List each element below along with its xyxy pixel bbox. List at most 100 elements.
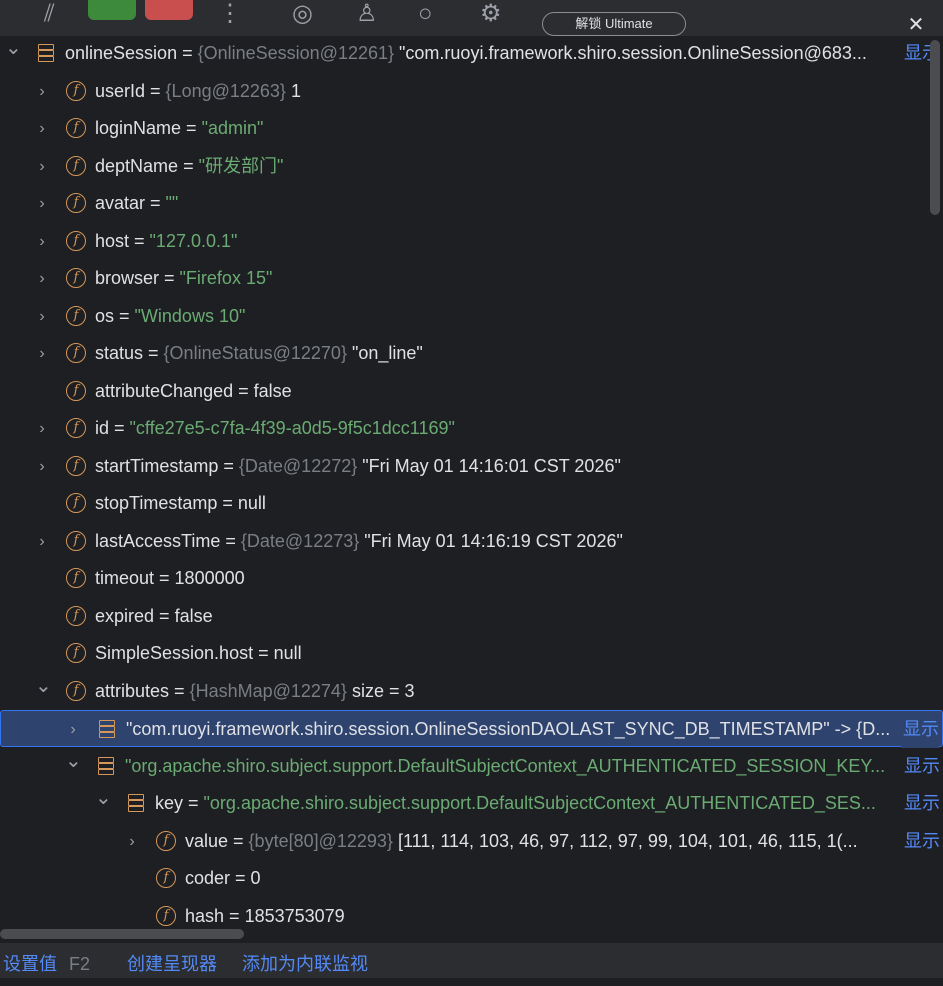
chevron-right-icon[interactable]: › [125, 823, 139, 860]
variable-value: "Windows 10" [134, 305, 246, 326]
chevron-right-icon[interactable]: › [35, 523, 49, 560]
variable-name: coder [185, 868, 231, 888]
variables-tree: ⌄ onlineSession = {OnlineSession@12261} "… [0, 36, 943, 943]
step-icon[interactable]: ⫽ [44, 2, 55, 26]
tree-row[interactable]: › f loginName = "admin" [0, 110, 943, 147]
variable-value: "" [165, 193, 179, 213]
add-inline-watch-link[interactable]: 添加为内联监视 [242, 943, 368, 986]
tree-row[interactable]: f SimpleSession.host = null [0, 635, 943, 672]
tree-row-text: onlineSession = {OnlineSession@12261} "c… [65, 36, 903, 72]
search-icon[interactable]: ○ [418, 2, 433, 26]
tree-row[interactable]: ⌄ onlineSession = {OnlineSession@12261} "… [0, 36, 943, 72]
show-link[interactable]: 显示 [901, 711, 939, 748]
variable-value: "com.ruoyi.framework.shiro.session.Onlin… [399, 43, 867, 63]
variable-name: value [185, 830, 229, 851]
variable-name: "com.ruoyi.framework.shiro.session.Onlin… [126, 719, 891, 739]
field-icon: f [66, 530, 86, 551]
chevron-right-icon[interactable]: › [35, 448, 49, 485]
tree-row[interactable]: › f browser = "Firefox 15" [0, 260, 943, 297]
tree-row[interactable]: ⌄ "org.apache.shiro.subject.support.Defau… [0, 747, 943, 785]
create-renderer-link[interactable]: 创建呈现器 [127, 943, 217, 986]
ultimate-pill[interactable]: 解锁 Ultimate [542, 12, 686, 36]
tree-row[interactable]: › f startTimestamp = {Date@12272} "Fri May… [0, 448, 943, 485]
chevron-right-icon[interactable]: › [35, 73, 49, 110]
show-link[interactable]: 显示 [902, 822, 940, 860]
equals-sign: = [177, 43, 198, 63]
tree-row[interactable]: f expired = false [0, 598, 943, 635]
tree-row[interactable]: › "com.ruoyi.framework.shiro.session.Onli… [0, 710, 943, 748]
chevron-right-icon[interactable]: › [35, 260, 49, 297]
variable-name: onlineSession [65, 43, 178, 63]
chevron-down-icon[interactable]: ⌄ [65, 748, 82, 785]
show-link[interactable]: 显示 [902, 785, 940, 822]
chevron-right-icon[interactable]: › [35, 110, 49, 147]
tree-row[interactable]: › f os = "Windows 10" [0, 298, 943, 335]
tree-row[interactable]: › f host = "127.0.0.1" [0, 223, 943, 260]
object-ref: {OnlineStatus@12270} [163, 343, 347, 363]
variable-name: browser [95, 268, 160, 288]
set-value-link[interactable]: 设置值 [3, 943, 57, 986]
tree-row-text: stopTimestamp = null [95, 485, 943, 522]
field-icon: f [66, 493, 86, 513]
chevron-right-icon[interactable]: › [35, 223, 49, 260]
tree-row-text: "org.apache.shiro.subject.support.Defaul… [125, 748, 903, 785]
chevron-down-icon[interactable]: ⌄ [5, 36, 22, 72]
tree-row-text: timeout = 1800000 [95, 560, 943, 597]
tree-row-text: expired = false [95, 598, 943, 635]
chevron-right-icon[interactable]: › [35, 298, 49, 335]
rerun-button[interactable] [88, 0, 136, 20]
tree-row[interactable]: › f lastAccessTime = {Date@12273} "Fri May… [0, 523, 943, 560]
variable-value: "on_line" [351, 343, 423, 363]
object-stack-icon [96, 756, 116, 776]
variable-value: false [253, 380, 292, 401]
tree-row[interactable]: f attributeChanged = false [0, 373, 943, 410]
chevron-right-icon[interactable]: › [66, 711, 80, 748]
vertical-scrollbar[interactable] [930, 40, 940, 215]
profile-icon[interactable]: ♙ [356, 2, 378, 26]
tree-row[interactable]: › f deptName = "研发部门" [0, 148, 943, 185]
variable-value: 1 [290, 80, 301, 101]
close-icon[interactable]: ✕ [905, 14, 927, 36]
tree-row[interactable]: f stopTimestamp = null [0, 485, 943, 522]
variable-value: "Fri May 01 14:16:01 CST 2026" [362, 455, 621, 476]
chevron-right-icon[interactable]: › [35, 410, 49, 447]
tree-row[interactable]: › f id = "cffe27e5-c7fa-4f39-a0d5-9f5c1dcc… [0, 410, 943, 447]
tree-row[interactable]: f coder = 0 [0, 860, 943, 897]
more-icon[interactable]: ⋮ [218, 2, 242, 26]
tree-row-text: SimpleSession.host = null [95, 635, 943, 672]
variable-name: startTimestamp [95, 455, 219, 476]
variable-value: "cffe27e5-c7fa-4f39-a0d5-9f5c1dcc1169" [129, 418, 455, 438]
chevron-down-icon[interactable]: ⌄ [35, 673, 52, 710]
tree-row-text: loginName = "admin" [95, 110, 943, 147]
variable-value: size = 3 [351, 680, 415, 701]
equals-sign: = [169, 680, 190, 701]
tree-row[interactable]: › f status = {OnlineStatus@12270} "on_line… [0, 335, 943, 372]
field-final-icon: f [156, 868, 176, 888]
chevron-down-icon[interactable]: ⌄ [95, 785, 112, 822]
chevron-right-icon[interactable]: › [35, 335, 49, 372]
tree-row[interactable]: ⌄ f attributes = {HashMap@12274} size = 3 [0, 673, 943, 710]
settings-icon[interactable]: ⚙ [480, 2, 502, 26]
chevron-right-icon[interactable]: › [35, 185, 49, 222]
horizontal-scrollbar[interactable] [0, 929, 244, 939]
tree-row-text: attributes = {HashMap@12274} size = 3 [95, 673, 943, 710]
show-link[interactable]: 显示 [902, 747, 940, 785]
tree-row[interactable]: f timeout = 1800000 [0, 560, 943, 597]
chevron-right-icon[interactable]: › [35, 148, 49, 185]
field-icon: f [66, 268, 86, 288]
field-icon: f [66, 230, 86, 251]
stop-button[interactable] [145, 0, 193, 20]
tree-row-text: id = "cffe27e5-c7fa-4f39-a0d5-9f5c1dcc11… [95, 410, 943, 447]
tree-row[interactable]: › f value = {byte[80]@12293} [111, 114, 10… [0, 822, 943, 860]
field-icon: f [66, 118, 86, 138]
variable-name: host [95, 230, 130, 251]
tree-row[interactable]: › f userId = {Long@12263} 1 [0, 73, 943, 110]
tree-row-text: attributeChanged = false [95, 373, 943, 410]
variable-name: "org.apache.shiro.subject.support.Defaul… [125, 755, 886, 776]
tree-row-text: hash = 1853753079 [185, 898, 943, 935]
tree-row[interactable]: ⌄ key = "org.apache.shiro.subject.support… [0, 785, 943, 822]
tree-row[interactable]: › f avatar = "" [0, 185, 943, 222]
field-icon: f [66, 343, 86, 363]
variable-value: 1853753079 [244, 905, 345, 926]
antenna-icon[interactable]: ◎ [292, 2, 313, 26]
